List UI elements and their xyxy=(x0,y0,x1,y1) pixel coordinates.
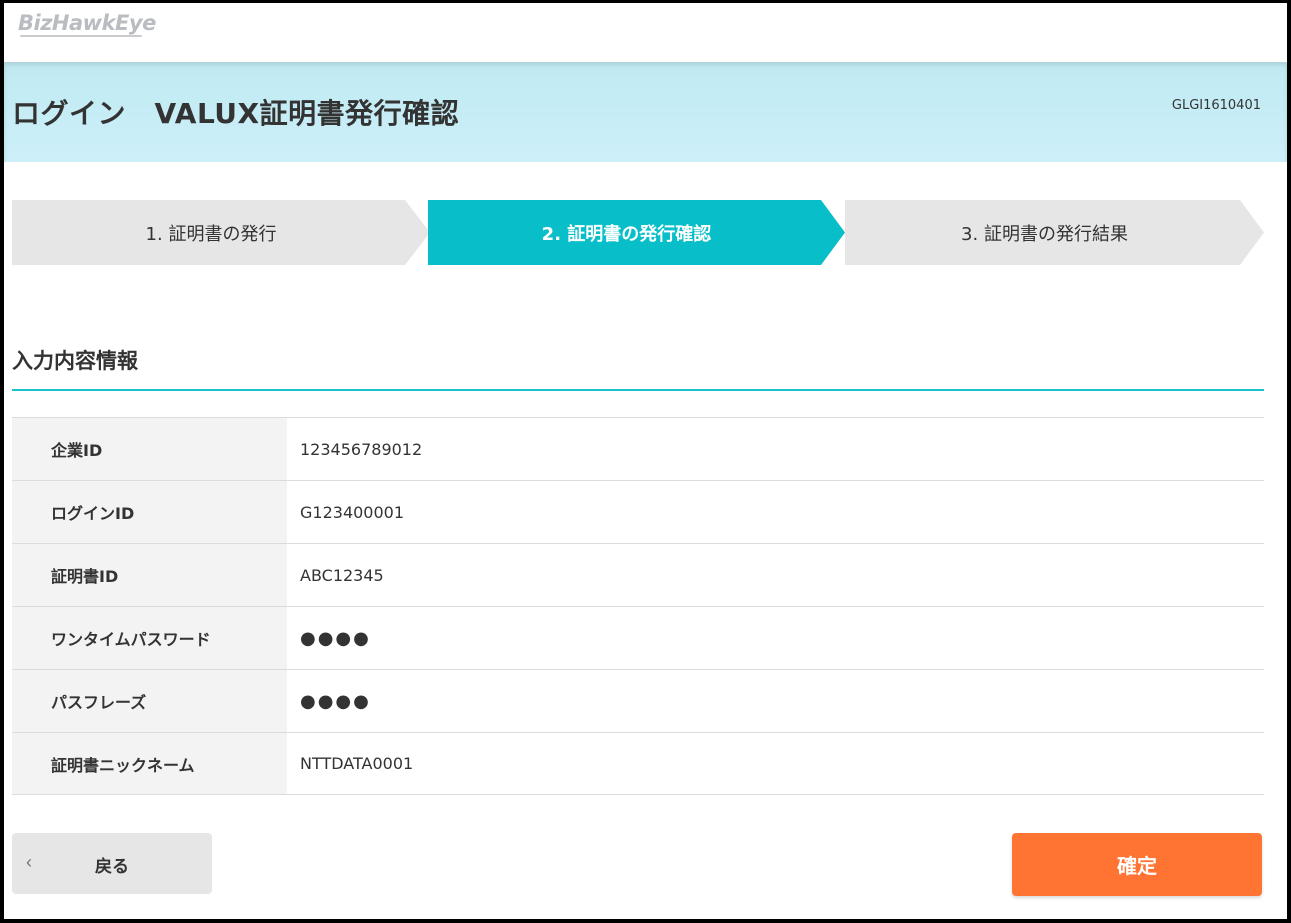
page-header: ログイン VALUX証明書発行確認 GLGI1610401 xyxy=(4,62,1287,162)
masked-value: ●●●● xyxy=(287,607,1264,669)
field-value: 123456789012 xyxy=(287,418,1264,480)
section-title: 入力内容情報 xyxy=(12,349,138,373)
step-label: 2. 証明書の発行確認 xyxy=(541,223,712,245)
field-value: G123400001 xyxy=(287,481,1264,543)
table-row: 証明書ID ABC12345 xyxy=(12,543,1264,606)
step-issue: 1. 証明書の発行 xyxy=(12,200,430,265)
field-label: 企業ID xyxy=(12,418,287,480)
back-button-label: 戻る xyxy=(95,857,129,876)
screen-id: GLGI1610401 xyxy=(1171,98,1261,113)
table-row: ワンタイムパスワード ●●●● xyxy=(12,606,1264,669)
field-value: ABC12345 xyxy=(287,544,1264,606)
table-row: 企業ID 123456789012 xyxy=(12,417,1264,480)
brand-bar: BizHawkEye xyxy=(4,3,1287,62)
confirm-button[interactable]: 確定 xyxy=(1012,833,1262,896)
step-label: 1. 証明書の発行 xyxy=(145,223,277,245)
back-button[interactable]: ‹ 戻る xyxy=(12,833,212,894)
field-label: パスフレーズ xyxy=(12,670,287,732)
brand-logo: BizHawkEye xyxy=(18,11,156,35)
field-label: 証明書ニックネーム xyxy=(12,733,287,794)
section-divider xyxy=(12,389,1264,391)
confirm-button-label: 確定 xyxy=(1117,856,1157,878)
step-label: 3. 証明書の発行結果 xyxy=(961,223,1128,245)
app-window: BizHawkEye ログイン VALUX証明書発行確認 GLGI1610401… xyxy=(0,0,1291,923)
field-label: 証明書ID xyxy=(12,544,287,606)
table-row: パスフレーズ ●●●● xyxy=(12,669,1264,732)
step-issue-result: 3. 証明書の発行結果 xyxy=(845,200,1264,265)
masked-value: ●●●● xyxy=(287,670,1264,732)
field-label: ログインID xyxy=(12,481,287,543)
input-info-table: 企業ID 123456789012 ログインID G123400001 証明書I… xyxy=(12,417,1264,795)
table-row: 証明書ニックネーム NTTDATA0001 xyxy=(12,732,1264,795)
table-row: ログインID G123400001 xyxy=(12,480,1264,543)
progress-steps: 1. 証明書の発行 2. 証明書の発行確認 3. 証明書の発行結果 xyxy=(12,200,1264,265)
step-issue-confirm: 2. 証明書の発行確認 xyxy=(428,200,845,265)
field-label: ワンタイムパスワード xyxy=(12,607,287,669)
page-title: ログイン VALUX証明書発行確認 xyxy=(12,97,460,130)
field-value: NTTDATA0001 xyxy=(287,733,1264,794)
